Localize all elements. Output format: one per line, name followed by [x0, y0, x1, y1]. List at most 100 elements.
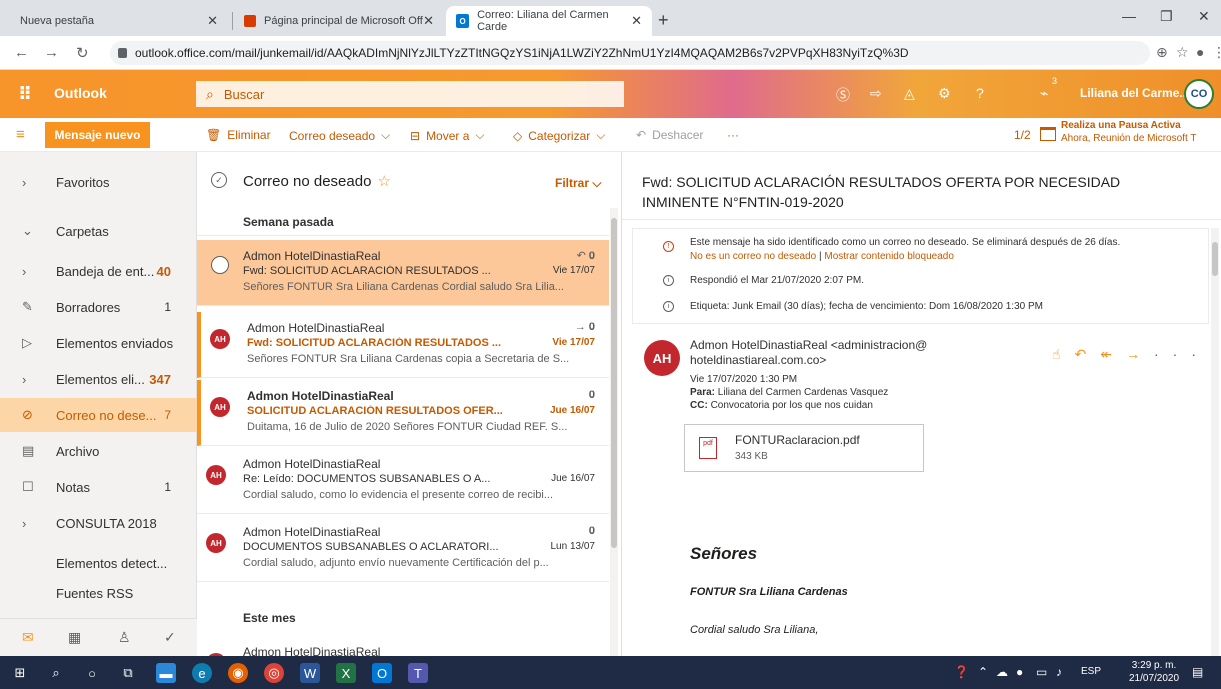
avatar[interactable]: CO: [1184, 79, 1214, 109]
whats-new-icon[interactable]: ⌁: [1040, 85, 1048, 102]
reply-icon[interactable]: ↶: [1075, 346, 1101, 362]
move-to-button[interactable]: ⊟ Mover a ⌵: [410, 128, 485, 143]
sidebar-item-archive[interactable]: ▤ Archivo: [0, 434, 197, 468]
select-all-icon[interactable]: ✓: [211, 172, 227, 188]
sidebar-item-consulta-2018[interactable]: › CONSULTA 2018: [0, 506, 197, 540]
file-explorer-icon[interactable]: ▬: [156, 663, 176, 683]
avatar[interactable]: AH: [644, 340, 680, 376]
sidebar-item-inbox[interactable]: › Bandeja de ent... 40: [0, 254, 197, 288]
mail-icon[interactable]: ✉: [22, 629, 34, 646]
upcoming-event[interactable]: Realiza una Pausa Activa Ahora, Reunión …: [1061, 119, 1196, 145]
forward-icon[interactable]: →: [44, 44, 59, 61]
delete-button[interactable]: 🗑 Eliminar: [206, 128, 271, 142]
people-icon[interactable]: ♙: [118, 629, 131, 646]
sidebar-item-deleted[interactable]: › Elementos eli... 347: [0, 362, 197, 396]
windows-start-icon[interactable]: ⊞: [10, 663, 30, 683]
restore-icon[interactable]: ❐: [1160, 8, 1173, 25]
teams-icon[interactable]: T: [408, 663, 428, 683]
close-icon[interactable]: ✕: [631, 13, 642, 29]
sidebar-item-favorites[interactable]: › Favoritos: [0, 165, 197, 199]
clock[interactable]: 3:29 p. m. 21/07/2020: [1129, 659, 1179, 685]
outlook-taskbar-icon[interactable]: O: [372, 663, 392, 683]
menu-icon[interactable]: ⋮: [1212, 44, 1221, 61]
help-tray-icon[interactable]: ❓: [954, 665, 969, 679]
profile-icon[interactable]: ●: [1196, 44, 1204, 60]
gear-icon[interactable]: ⚙: [938, 85, 951, 102]
hamburger-icon[interactable]: ≡: [16, 126, 25, 143]
scroll-thumb[interactable]: [1212, 242, 1218, 276]
user-name[interactable]: Liliana del Carme..: [1080, 86, 1186, 100]
cloud-icon[interactable]: ☁: [996, 665, 1008, 679]
list-item[interactable]: AH Admon HotelDinastiaReal → 𝟎 Fwd: SOLI…: [197, 312, 609, 378]
sender-name[interactable]: Admon HotelDinastiaReal <administracion@…: [690, 338, 970, 368]
list-item[interactable]: Admon HotelDinastiaReal ↶ 𝟎 Fwd: SOLICIT…: [197, 240, 609, 306]
help-icon[interactable]: ?: [976, 85, 984, 101]
undo-button[interactable]: ↶ Deshacer: [636, 128, 703, 142]
sidebar-item-folders[interactable]: ⌄ Carpetas: [0, 214, 197, 248]
tasks-icon[interactable]: ✓: [164, 629, 176, 646]
attachment-card[interactable]: pdf FONTURaclaracion.pdf 343 KB: [684, 424, 924, 472]
firefox-icon[interactable]: ◉: [228, 663, 248, 683]
not-junk-link[interactable]: No es un correo no deseado: [690, 251, 816, 262]
todo-icon[interactable]: ⇨: [870, 85, 882, 102]
tab-new[interactable]: Nueva pestaña ✕: [10, 6, 228, 36]
reload-icon[interactable]: ↻: [76, 44, 89, 62]
new-tab-icon[interactable]: +: [658, 10, 669, 31]
sidebar-item-rss[interactable]: Fuentes RSS: [0, 576, 197, 610]
minimize-icon[interactable]: —: [1122, 8, 1136, 24]
reply-all-icon[interactable]: ↞: [1100, 346, 1126, 362]
to-recipient[interactable]: Liliana del Carmen Cardenas Vasquez: [718, 387, 888, 398]
list-item[interactable]: AH Admon HotelDinastiaReal Re: Leído: DO…: [197, 448, 609, 514]
close-window-icon[interactable]: ✕: [1198, 8, 1210, 25]
word-icon[interactable]: W: [300, 663, 320, 683]
network-icon[interactable]: ▭: [1036, 665, 1047, 679]
sidebar-item-junk[interactable]: ⊘ Correo no dese... 7: [0, 398, 197, 432]
app-launcher-icon[interactable]: ⠿: [18, 84, 32, 105]
message-list-scrollbar[interactable]: [610, 208, 618, 656]
more-icon[interactable]: ···: [1154, 346, 1210, 362]
back-icon[interactable]: ←: [14, 44, 29, 61]
star-icon[interactable]: ☆: [377, 173, 390, 190]
notifications-icon[interactable]: ▤: [1192, 665, 1203, 679]
tab-outlook-mail[interactable]: O Correo: Liliana del Carmen Carde ✕: [446, 6, 652, 36]
cortana-icon[interactable]: ○: [82, 663, 102, 683]
excel-icon[interactable]: X: [336, 663, 356, 683]
sidebar-item-detected[interactable]: Elementos detect...: [0, 546, 197, 580]
show-blocked-link[interactable]: Mostrar contenido bloqueado: [824, 251, 954, 262]
skype-icon[interactable]: Ⓢ: [836, 85, 850, 105]
edge-icon[interactable]: e: [192, 663, 212, 683]
task-view-icon[interactable]: ⧉: [118, 663, 138, 683]
filter-button[interactable]: Filtrar ⌵: [555, 176, 601, 191]
language-indicator[interactable]: ESP: [1081, 666, 1101, 677]
chrome-icon[interactable]: ◎: [264, 663, 284, 683]
calendar-module-icon[interactable]: ▦: [68, 629, 81, 646]
select-radio[interactable]: [211, 256, 229, 274]
list-item[interactable]: AH Admon HotelDinastiaReal 𝟎 SOLICITUD A…: [197, 380, 609, 446]
reading-pane-scrollbar[interactable]: [1211, 228, 1219, 656]
bell-icon[interactable]: ◬: [904, 85, 915, 102]
list-item[interactable]: AH Admon HotelDinastiaReal: [197, 636, 609, 656]
sidebar-item-drafts[interactable]: ✎ Borradores 1: [0, 290, 197, 324]
bookmark-star-icon[interactable]: ☆: [1176, 44, 1189, 61]
new-message-button[interactable]: Mensaje nuevo: [45, 122, 150, 148]
search-input[interactable]: ⌕ Buscar: [196, 81, 624, 107]
close-icon[interactable]: ✕: [207, 13, 218, 29]
app-tray-icon[interactable]: ●: [1016, 665, 1023, 679]
scroll-thumb[interactable]: [611, 218, 617, 548]
more-actions-button[interactable]: ···: [727, 128, 739, 142]
brand-logo[interactable]: Outlook: [54, 85, 107, 101]
list-item[interactable]: AH Admon HotelDinastiaReal 𝟎 DOCUMENTOS …: [197, 516, 609, 582]
sidebar-item-sent[interactable]: ▷ Elementos enviados: [0, 326, 197, 360]
cc-recipient[interactable]: Convocatoria por los que nos cuidan: [711, 400, 873, 411]
forward-icon[interactable]: →: [1126, 346, 1154, 362]
chevron-up-icon[interactable]: ⌃: [978, 665, 988, 679]
zoom-icon[interactable]: ⊕: [1156, 44, 1168, 61]
like-icon[interactable]: ☝: [1052, 346, 1075, 362]
sidebar-item-notes[interactable]: ☐ Notas 1: [0, 470, 197, 504]
close-icon[interactable]: ✕: [423, 13, 434, 29]
search-icon[interactable]: ⌕: [46, 663, 66, 683]
url-field[interactable]: outlook.office.com/mail/junkemail/id/AAQ…: [110, 41, 1150, 65]
categorize-button[interactable]: ◇ Categorizar ⌵: [513, 128, 605, 143]
tab-microsoft-office[interactable]: Página principal de Microsoft Off ✕: [234, 6, 444, 36]
volume-icon[interactable]: ♪: [1056, 665, 1062, 679]
